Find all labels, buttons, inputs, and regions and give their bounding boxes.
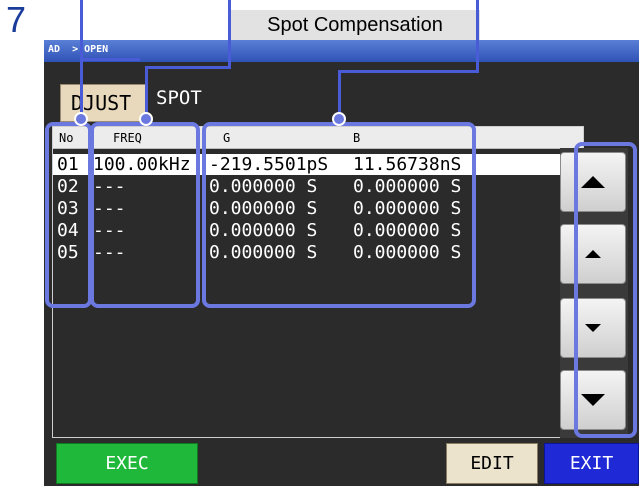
highlight-no-column bbox=[45, 122, 92, 308]
callout-dot bbox=[74, 112, 88, 126]
breadcrumb: AD > OPEN bbox=[48, 44, 109, 55]
callout-line bbox=[338, 70, 341, 116]
highlight-gb-columns bbox=[202, 122, 476, 308]
tab-adjust[interactable]: DJUST bbox=[60, 84, 146, 122]
callout-dot bbox=[332, 112, 346, 126]
callout-dot bbox=[139, 112, 153, 126]
callout-line bbox=[476, 0, 479, 73]
exec-button[interactable]: EXEC bbox=[56, 443, 198, 484]
step-number: 7 bbox=[6, 0, 27, 40]
exit-button[interactable]: EXIT bbox=[544, 443, 639, 484]
highlight-freq-column bbox=[90, 122, 200, 308]
callout-line bbox=[145, 66, 230, 69]
highlight-scroll-buttons bbox=[574, 142, 637, 438]
callout-line bbox=[145, 66, 148, 116]
tab-spot[interactable]: SPOT bbox=[156, 87, 202, 109]
callout-line bbox=[338, 70, 478, 73]
callout-line bbox=[228, 0, 231, 69]
callout-line bbox=[80, 58, 140, 61]
callout-title: Spot Compensation bbox=[230, 10, 480, 40]
edit-button[interactable]: EDIT bbox=[446, 443, 538, 484]
